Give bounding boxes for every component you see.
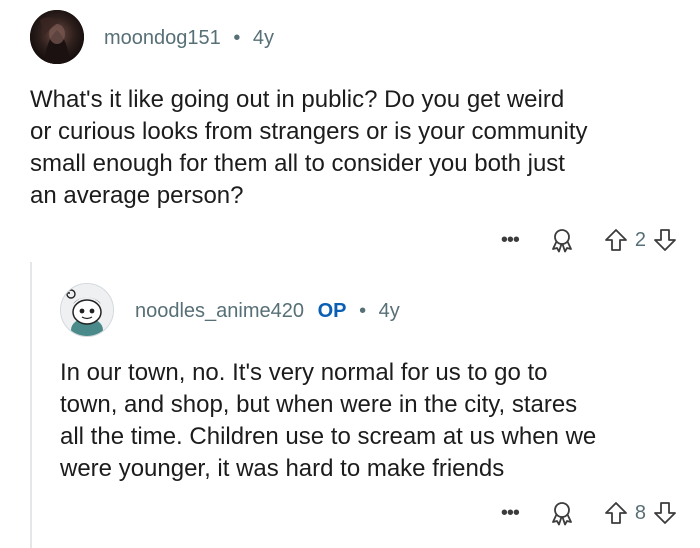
comment-body: What's it like going out in public? Do y… [30, 84, 690, 212]
username-link[interactable]: moondog151 [104, 27, 221, 49]
comment-age: 4y [252, 27, 275, 49]
comment-meta: moondog151 • 4y [104, 27, 274, 50]
comment-body: In our town, no. It's very normal for us… [60, 357, 692, 485]
vote-count: 2 [634, 228, 646, 251]
ellipsis-icon[interactable]: ••• [501, 230, 520, 250]
comment-body-line: town, and shop, but when were in the cit… [60, 391, 578, 418]
award-icon[interactable] [549, 500, 575, 526]
award-icon[interactable] [549, 227, 575, 253]
comment-body-line: small enough for them all to consider yo… [30, 150, 565, 177]
upvote-arrow-icon[interactable] [603, 227, 629, 253]
comment-actions: ••• 8 [501, 495, 678, 531]
comment-body-line: all the time. Children use to scream at … [60, 423, 597, 450]
comment-body-line: were younger, it was hard to make friend… [60, 455, 505, 482]
meta-separator: • [359, 300, 367, 322]
comment-actions: ••• 2 [501, 222, 678, 258]
user-avatar[interactable] [60, 283, 114, 337]
comment-body-line: or curious looks from strangers or is yo… [30, 118, 588, 145]
op-badge: OP [317, 300, 347, 322]
comment-body-line: an average person? [30, 182, 244, 209]
comment-meta: noodles_anime420 OP • 4y [135, 300, 400, 323]
vote-count: 8 [634, 501, 646, 524]
upvote-arrow-icon[interactable] [603, 500, 629, 526]
comment-moondog151: moondog151 • 4y What's it like going out… [0, 0, 700, 262]
username-link[interactable]: noodles_anime420 [135, 300, 304, 322]
downvote-arrow-icon[interactable] [652, 500, 678, 526]
avatar-image [30, 10, 84, 64]
snoo-avatar-image [61, 284, 113, 336]
comment-body-line: What's it like going out in public? Do y… [30, 86, 565, 113]
ellipsis-icon[interactable]: ••• [501, 503, 520, 523]
comment-age: 4y [378, 300, 400, 322]
user-avatar[interactable] [30, 10, 84, 64]
downvote-arrow-icon[interactable] [652, 227, 678, 253]
meta-separator: • [233, 27, 241, 49]
comment-body-line: In our town, no. It's very normal for us… [60, 359, 548, 386]
